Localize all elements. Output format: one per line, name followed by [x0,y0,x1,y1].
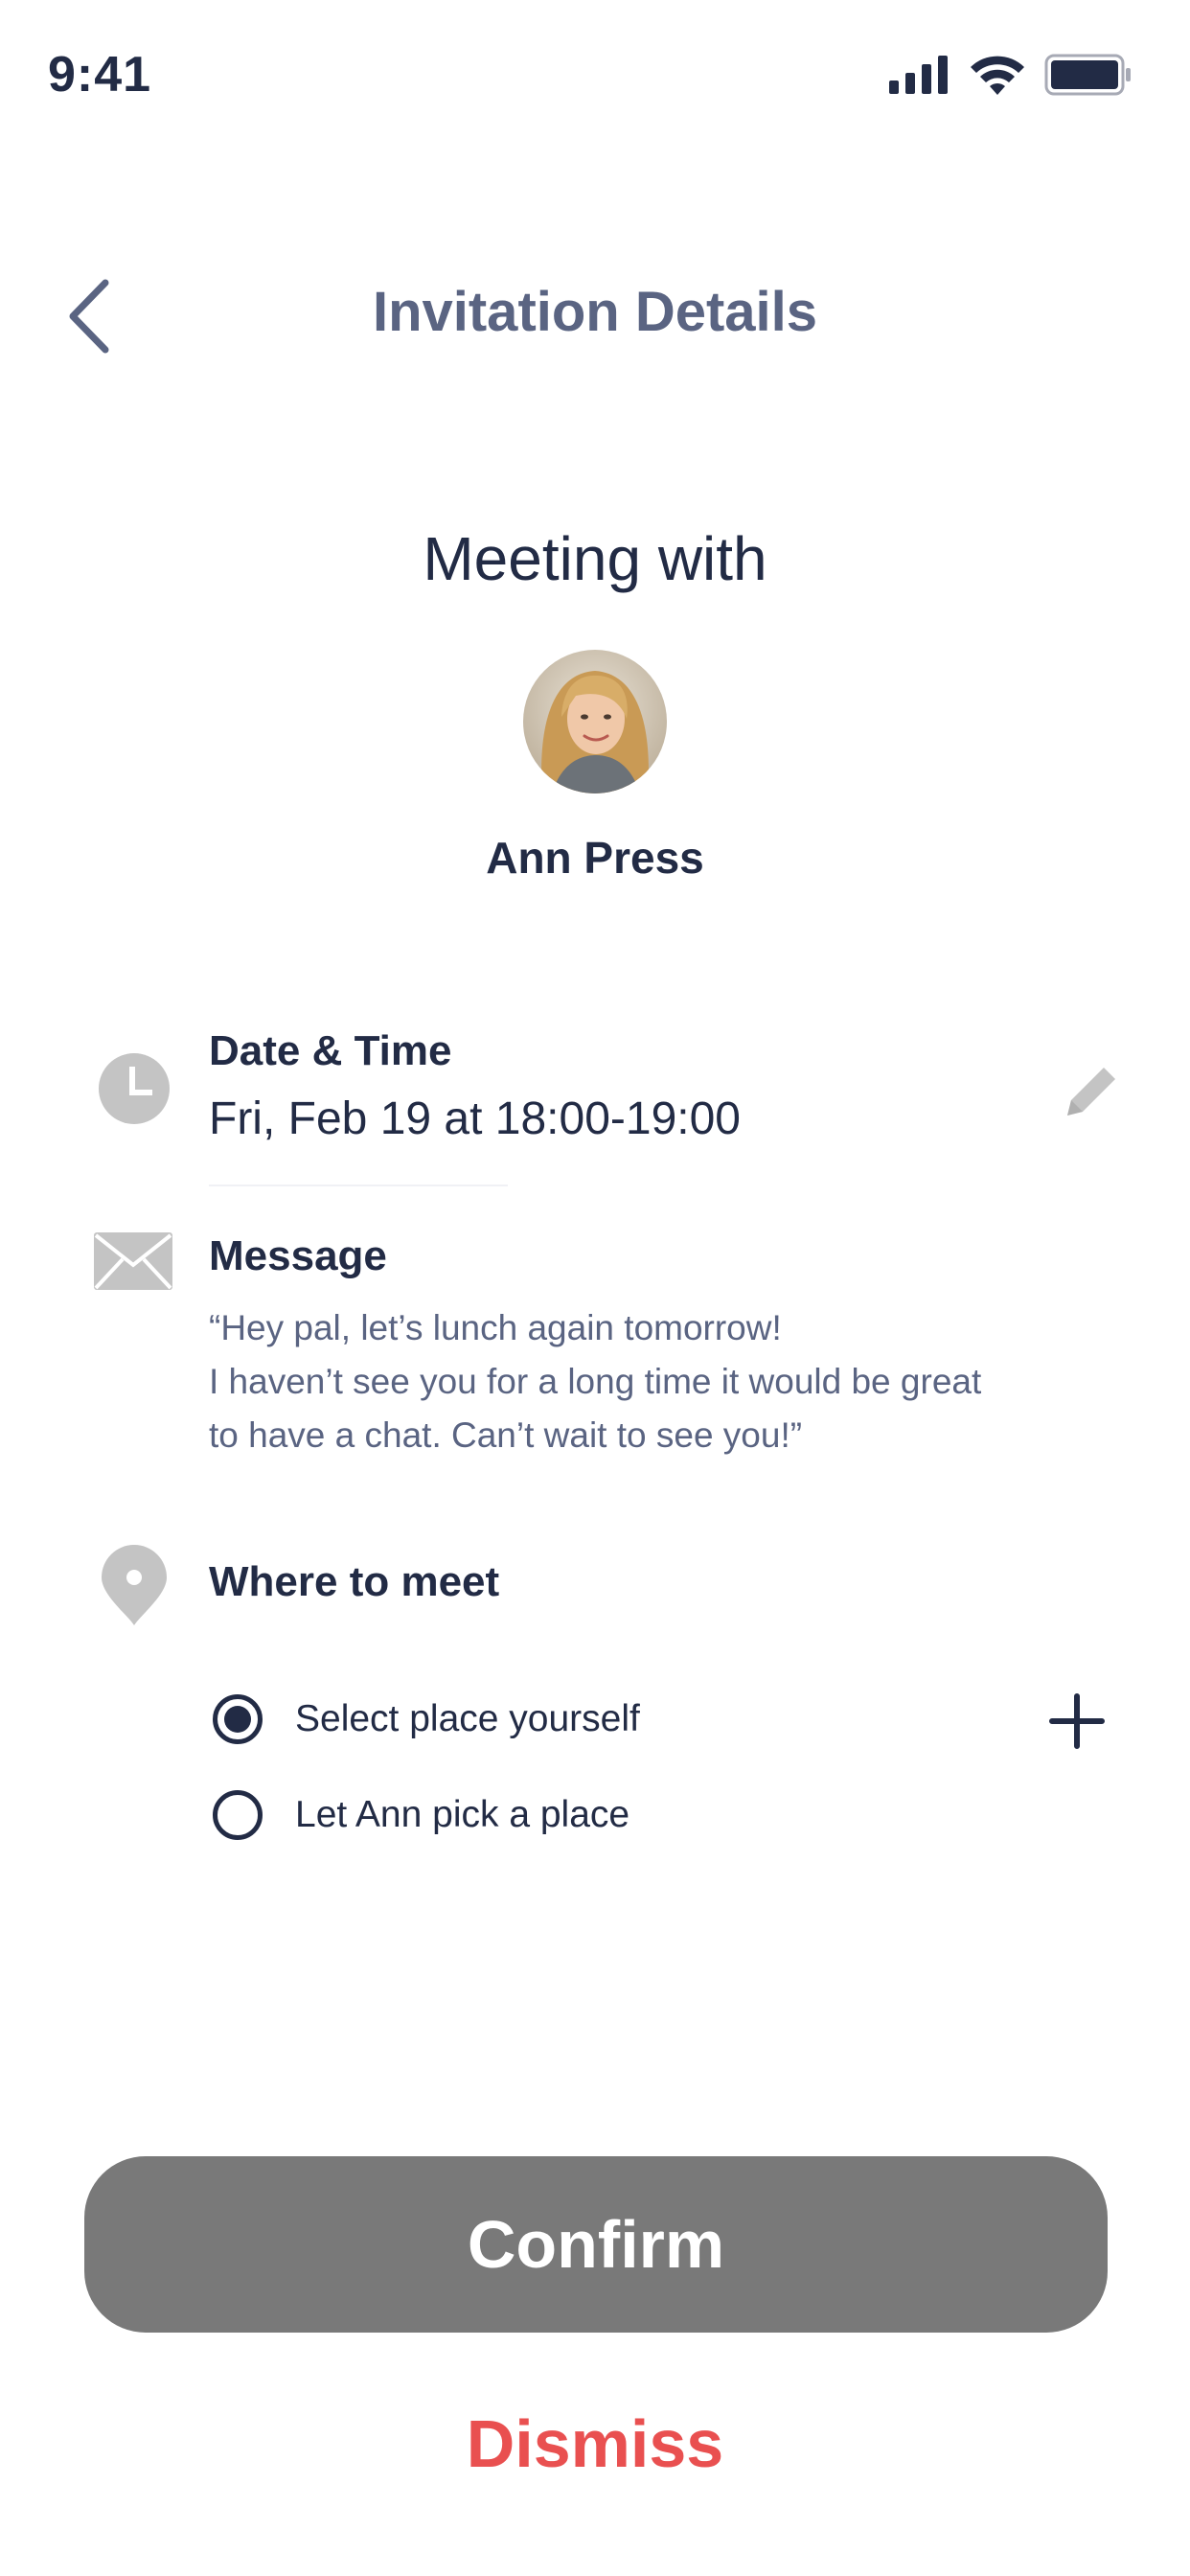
message-text: “Hey pal, let’s lunch again tomorrow! I … [209,1301,1033,1462]
radio-dot [224,1706,251,1733]
pencil-icon [1067,1068,1115,1116]
message-label: Message [209,1232,387,1279]
divider [209,1184,508,1186]
add-place-button[interactable] [1048,1692,1106,1750]
clock-icon [99,1053,170,1124]
option-let-ann-pick[interactable]: Let Ann pick a place [213,1790,629,1840]
dismiss-button[interactable]: Dismiss [0,2405,1190,2482]
status-icons [889,54,1133,96]
avatar-photo [523,650,667,794]
avatar [523,650,667,794]
date-time-value: Fri, Feb 19 at 18:00-19:00 [209,1093,741,1144]
option-label: Let Ann pick a place [295,1794,630,1835]
confirm-button[interactable]: Confirm [84,2156,1108,2333]
edit-date-button[interactable] [1058,1058,1125,1125]
cellular-signal-icon [889,56,948,94]
invitation-details-screen: 9:41 Invitation Details Meeting with Ann… [0,0,1190,2576]
status-time: 9:41 [48,47,152,103]
message-line: “Hey pal, let’s lunch again tomorrow! [209,1308,782,1347]
page-title: Invitation Details [372,281,818,343]
plus-icon [1049,1693,1105,1749]
person-name: Ann Press [486,833,704,883]
battery-icon [1044,54,1131,96]
option-select-place-yourself[interactable]: Select place yourself [213,1694,640,1744]
where-to-meet-label: Where to meet [209,1558,500,1605]
message-line: I haven’t see you for a long time it wou… [209,1362,982,1401]
message-line: to have a chat. Can’t wait to see you!” [209,1415,803,1455]
meeting-heading: Meeting with [423,524,767,593]
wifi-icon [971,56,1024,95]
envelope-icon [94,1232,172,1290]
radio-selected[interactable] [213,1694,263,1744]
option-label: Select place yourself [295,1698,640,1739]
map-pin-icon [102,1545,167,1625]
date-time-label: Date & Time [209,1027,452,1074]
radio-unselected[interactable] [213,1790,263,1840]
